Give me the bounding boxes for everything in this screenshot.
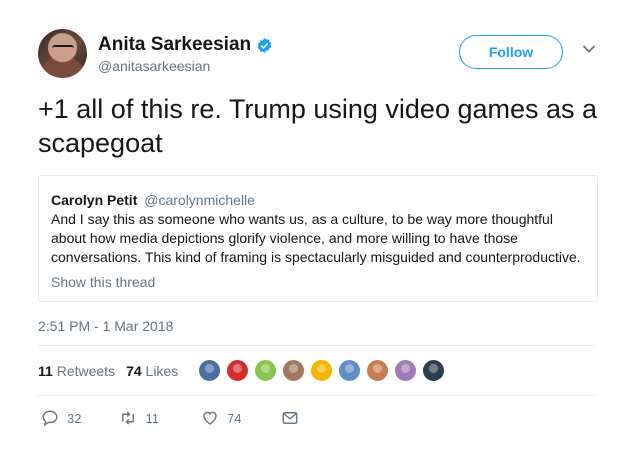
tweet-text: +1 all of this re. Trump using video gam…	[38, 94, 598, 158]
liker-avatar-dark[interactable]	[421, 358, 446, 383]
retweets-label: Retweets	[56, 363, 116, 379]
liker-avatar-anime[interactable]	[393, 358, 418, 383]
liker-avatars	[197, 358, 449, 383]
author-name-row[interactable]: Anita Sarkeesian	[98, 34, 273, 56]
retweets-count: 11	[38, 363, 53, 379]
glasses-detail	[52, 45, 74, 51]
envelope-icon	[282, 412, 298, 424]
quote-text-line: And I say this as someone who wants us, …	[51, 211, 553, 227]
likes-count: 74	[126, 363, 142, 379]
chevron-down-icon[interactable]	[582, 44, 596, 54]
quote-header: Carolyn Petit @carolynmichelle	[51, 192, 255, 208]
liker-avatar-woman[interactable]	[281, 358, 306, 383]
reply-icon	[42, 410, 58, 427]
retweets-stat[interactable]: 11 Retweets	[38, 363, 115, 379]
author-name[interactable]: Anita Sarkeesian	[98, 34, 251, 56]
reply-count: 32	[67, 410, 82, 426]
liker-avatar-cartoon[interactable]	[337, 358, 362, 383]
tweet-actions: 32 11 74	[38, 409, 299, 427]
retweet-icon	[122, 411, 135, 425]
direct-message-button[interactable]	[281, 409, 299, 427]
tweet-stats: 11 Retweets 74 Likes	[38, 363, 178, 379]
liker-avatar-redhead[interactable]	[365, 358, 390, 383]
divider	[38, 395, 598, 396]
retweet-count: 11	[145, 410, 159, 426]
likes-stat[interactable]: 74 Likes	[126, 363, 178, 379]
follow-button[interactable]: Follow	[459, 35, 563, 69]
quote-text-line: conversations. This kind of framing is s…	[51, 249, 581, 265]
like-button[interactable]: 74	[201, 409, 241, 427]
quote-text: And I say this as someone who wants us, …	[51, 210, 586, 267]
liker-avatar-sick-face[interactable]	[253, 358, 278, 383]
reply-button[interactable]: 32	[41, 409, 81, 427]
retweet-button[interactable]: 11	[119, 409, 159, 427]
timestamp[interactable]: 2:51 PM - 1 Mar 2018	[38, 318, 173, 334]
divider	[38, 345, 598, 346]
quoted-tweet[interactable]: Carolyn Petit @carolynmichelle And I say…	[38, 175, 598, 302]
quote-text-line: about how media depictions glorify viole…	[51, 230, 518, 246]
liker-avatar-cat[interactable]	[197, 358, 222, 383]
like-count: 74	[226, 410, 242, 426]
quote-author-handle: @carolynmichelle	[144, 192, 255, 208]
show-thread-link[interactable]: Show this thread	[51, 274, 155, 290]
liker-avatar-rainbow[interactable]	[309, 358, 334, 383]
author-handle[interactable]: @anitasarkeesian	[98, 58, 210, 74]
heart-icon	[203, 411, 217, 425]
avatar[interactable]	[38, 29, 87, 78]
liker-avatar-red-eyes[interactable]	[225, 358, 250, 383]
quote-author-name: Carolyn Petit	[51, 192, 138, 208]
verified-badge-icon	[257, 37, 272, 53]
likes-label: Likes	[145, 363, 179, 379]
